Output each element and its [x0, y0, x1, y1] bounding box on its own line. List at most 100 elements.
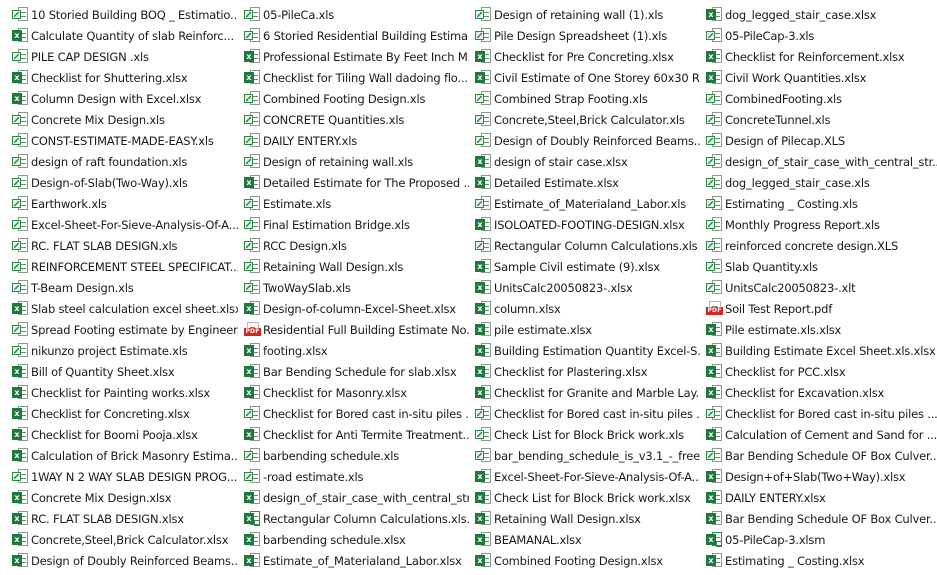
file-item[interactable]: x Concrete,Steel,Brick Calculator.xlsx	[0, 529, 238, 550]
file-item[interactable]: x Excel-Sheet-For-Sieve-Analysis-Of-A...	[469, 466, 700, 487]
file-item[interactable]: nikunzo project Estimate.xls	[0, 340, 238, 361]
file-item[interactable]: Earthwork.xls	[0, 193, 238, 214]
file-item[interactable]: x Checklist for Shuttering.xlsx	[0, 67, 238, 88]
file-item[interactable]: x Professional Estimate By Feet Inch M...	[238, 46, 469, 67]
file-item[interactable]: Retaining Wall Design.xls	[238, 256, 469, 277]
file-item[interactable]: RCC Design.xls	[238, 235, 469, 256]
file-item[interactable]: x Bar Bending Schedule OF Box Culver...	[700, 508, 937, 529]
file-item[interactable]: dog_legged_stair_case.xls	[700, 172, 937, 193]
file-item[interactable]: x column.xlsx	[469, 298, 700, 319]
file-item[interactable]: Combined Strap Footing.xls	[469, 88, 700, 109]
file-item[interactable]: Design of Pilecap.XLS	[700, 130, 937, 151]
file-item[interactable]: design_of_stair_case_with_central_str...	[700, 151, 937, 172]
file-item[interactable]: x pile estimate.xlsx	[469, 319, 700, 340]
file-item[interactable]: x footing.xlsx	[238, 340, 469, 361]
file-item[interactable]: x 05-PileCap-3.xlsm	[700, 529, 937, 550]
file-item[interactable]: x RC. FLAT SLAB DESIGN.xlsx	[0, 508, 238, 529]
file-item[interactable]: x Design+of+Slab(Two+Way).xlsx	[700, 466, 937, 487]
file-item[interactable]: x Retaining Wall Design.xlsx	[469, 508, 700, 529]
file-item[interactable]: Concrete Mix Design.xls	[0, 109, 238, 130]
file-item[interactable]: x Estimate_of_Materialand_Labor.xlsx	[238, 550, 469, 571]
file-item[interactable]: x Slab steel calculation excel sheet.xlsx	[0, 298, 238, 319]
file-item[interactable]: TwoWaySlab.xls	[238, 277, 469, 298]
file-item[interactable]: x Sample Civil estimate (9).xlsx	[469, 256, 700, 277]
file-item[interactable]: Check List for Block Brick work.xls	[469, 424, 700, 445]
file-item[interactable]: Spread Footing estimate by Engineer...	[0, 319, 238, 340]
file-item[interactable]: DAILY ENTERY.xls	[238, 130, 469, 151]
file-item[interactable]: x Building Estimation Quantity Excel-S...	[469, 340, 700, 361]
file-item[interactable]: x Calculation of Brick Masonry Estima...	[0, 445, 238, 466]
file-item[interactable]: x Checklist for Concreting.xlsx	[0, 403, 238, 424]
file-item[interactable]: x Concrete Mix Design.xlsx	[0, 487, 238, 508]
file-item[interactable]: T-Beam Design.xls	[0, 277, 238, 298]
file-item[interactable]: x ISOLOATED-FOOTING-DESIGN.xlsx	[469, 214, 700, 235]
file-item[interactable]: x Checklist for Plastering.xlsx	[469, 361, 700, 382]
file-item[interactable]: x UnitsCalc20050823-.xlsx	[469, 277, 700, 298]
file-item[interactable]: 10 Storied Building BOQ _ Estimatio...	[0, 4, 238, 25]
file-item[interactable]: x Calculation of Cement and Sand for ...	[700, 424, 937, 445]
file-item[interactable]: x Bar Bending Schedule for slab.xlsx	[238, 361, 469, 382]
file-item[interactable]: x Checklist for Tiling Wall dadoing flo..…	[238, 67, 469, 88]
file-item[interactable]: Checklist for Bored cast in-situ piles .…	[238, 403, 469, 424]
file-item[interactable]: UnitsCalc20050823-.xlt	[700, 277, 937, 298]
file-item[interactable]: x Check List for Block Brick work.xlsx	[469, 487, 700, 508]
file-item[interactable]: RC. FLAT SLAB DESIGN.xls	[0, 235, 238, 256]
file-item[interactable]: Estimating _ Costing.xls	[700, 193, 937, 214]
file-item[interactable]: x Checklist for Excavation.xlsx	[700, 382, 937, 403]
file-item[interactable]: x Building Estimate Excel Sheet.xls.xlsx	[700, 340, 937, 361]
file-item[interactable]: Final Estimation Bridge.xls	[238, 214, 469, 235]
file-item[interactable]: x Combined Footing Design.xlsx	[469, 550, 700, 571]
file-item[interactable]: bar_bending_schedule_is_v3.1_-_free...	[469, 445, 700, 466]
file-item[interactable]: Pile Design Spreadsheet (1).xls	[469, 25, 700, 46]
file-item[interactable]: Design of Doubly Reinforced Beams....	[469, 130, 700, 151]
file-item[interactable]: x Checklist for PCC.xlsx	[700, 361, 937, 382]
file-item[interactable]: x Design of Doubly Reinforced Beams....	[0, 550, 238, 571]
file-item[interactable]: Design of retaining wall.xls	[238, 151, 469, 172]
file-item[interactable]: x Civil Estimate of One Storey 60x30 R...	[469, 67, 700, 88]
file-item[interactable]: PILE CAP DESIGN .xls	[0, 46, 238, 67]
file-item[interactable]: x Checklist for Reinforcement.xlsx	[700, 46, 937, 67]
file-item[interactable]: Slab Quantity.xls	[700, 256, 937, 277]
file-item[interactable]: Combined Footing Design.xls	[238, 88, 469, 109]
file-item[interactable]: barbending schedule.xls	[238, 445, 469, 466]
file-item[interactable]: x Civil Work Quantities.xlsx	[700, 67, 937, 88]
file-item[interactable]: x Checklist for Boomi Pooja.xlsx	[0, 424, 238, 445]
file-item[interactable]: x Pile estimate.xls.xlsx	[700, 319, 937, 340]
file-item[interactable]: Rectangular Column Calculations.xls	[469, 235, 700, 256]
file-item[interactable]: x dog_legged_stair_case.xlsx	[700, 4, 937, 25]
file-item[interactable]: Estimate_of_Materialand_Labor.xls	[469, 193, 700, 214]
file-item[interactable]: design of raft foundation.xls	[0, 151, 238, 172]
file-item[interactable]: CONST-ESTIMATE-MADE-EASY.xls	[0, 130, 238, 151]
file-item[interactable]: -road estimate.xls	[238, 466, 469, 487]
file-item[interactable]: x Checklist for Anti Termite Treatment...	[238, 424, 469, 445]
file-item[interactable]: x design of stair case.xlsx	[469, 151, 700, 172]
file-item[interactable]: Excel-Sheet-For-Sieve-Analysis-Of-A...	[0, 214, 238, 235]
file-item[interactable]: 1WAY N 2 WAY SLAB DESIGN PROG...	[0, 466, 238, 487]
file-item[interactable]: x Detailed Estimate.xlsx	[469, 172, 700, 193]
file-item[interactable]: x Calculate Quantity of slab Reinforc...	[0, 25, 238, 46]
file-item[interactable]: PDF Residential Full Building Estimate No…	[238, 319, 469, 340]
file-item[interactable]: x Estimating _ Costing.xlsx	[700, 550, 937, 571]
file-item[interactable]: 05-PileCa.xls	[238, 4, 469, 25]
file-item[interactable]: x Column Design with Excel.xlsx	[0, 88, 238, 109]
file-item[interactable]: Checklist for Bored cast in-situ piles .…	[700, 403, 937, 424]
file-item[interactable]: 6 Storied Residential Building Estima...	[238, 25, 469, 46]
file-item[interactable]: x design_of_stair_case_with_central_str..…	[238, 487, 469, 508]
file-item[interactable]: x DAILY ENTERY.xlsx	[700, 487, 937, 508]
file-item[interactable]: x Design-of-column-Excel-Sheet.xlsx	[238, 298, 469, 319]
file-item[interactable]: CombinedFooting.xls	[700, 88, 937, 109]
file-item[interactable]: Concrete,Steel,Brick Calculator.xls	[469, 109, 700, 130]
file-item[interactable]: Design-of-Slab(Two-Way).xls	[0, 172, 238, 193]
file-item[interactable]: REINFORCEMENT STEEL SPECIFICAT...	[0, 256, 238, 277]
file-item[interactable]: x Checklist for Granite and Marble Lay...	[469, 382, 700, 403]
file-item[interactable]: PDF Soil Test Report.pdf	[700, 298, 937, 319]
file-item[interactable]: x BEAMANAL.xlsx	[469, 529, 700, 550]
file-item[interactable]: Estimate.xls	[238, 193, 469, 214]
file-item[interactable]: x Checklist for Pre Concreting.xlsx	[469, 46, 700, 67]
file-item[interactable]: CONCRETE Quantities.xls	[238, 109, 469, 130]
file-item[interactable]: x Checklist for Painting works.xlsx	[0, 382, 238, 403]
file-item[interactable]: 05-PileCap-3.xls	[700, 25, 937, 46]
file-item[interactable]: ConcreteTunnel.xls	[700, 109, 937, 130]
file-item[interactable]: Monthly Progress Report.xls	[700, 214, 937, 235]
file-item[interactable]: x Detailed Estimate for The Proposed ...	[238, 172, 469, 193]
